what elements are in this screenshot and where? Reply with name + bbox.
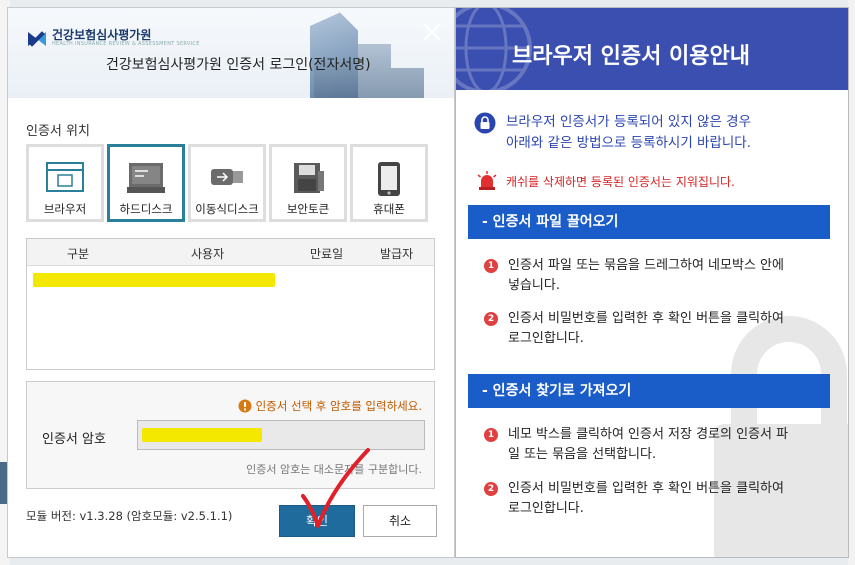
step-number-icon: 2 [484,482,498,496]
module-version: 모듈 버전: v1.3.28 (암호모듈: v2.5.1.1) [26,509,233,523]
dialog-title: 건강보험심사평가원 인증서 로그인(전자서명) [106,57,371,73]
location-label: 하드디스크 [119,202,173,216]
guide-info-text: 브라우저 인증서가 등록되어 있지 않은 경우 아래와 같은 방법으로 등록하시… [506,112,751,154]
guide-step: 1 네모 박스를 클릭하여 인증서 저장 경로의 인증서 파일 또는 묶음을 선… [484,425,798,465]
certificate-login-dialog: 건강보험심사평가원 HEALTH INSURANCE REVIEW & ASSE… [8,8,454,557]
certificate-table: 구분 사용자 만료일 발급자 [26,238,435,370]
guide-step: 2 인증서 비밀번호를 입력한 후 확인 버튼을 클릭하여 로그인합니다. [484,309,798,349]
step-number-icon: 1 [484,428,498,442]
column-header-issuer: 발급자 [380,247,414,261]
guide-info-line: 브라우저 인증서가 등록되어 있지 않은 경우 [506,114,752,130]
harddisk-icon [127,163,165,193]
step-text: 인증서 파일 또는 묶음을 드레그하여 네모박스 안에 넣습니다. [508,258,784,293]
redaction-highlight [142,428,262,442]
password-hint: 인증서 암호는 대소문자를 구분합니다. [246,463,422,476]
close-icon[interactable] [420,20,444,44]
mobile-phone-icon [378,162,400,196]
lock-circle-icon [474,112,496,134]
location-browser[interactable]: 브라우저 [26,144,104,222]
browser-certificate-guide: 브라우저 인증서 이용안내 브라우저 인증서가 등록되어 있지 않은 경우 아래… [456,8,848,557]
location-label: 이동식디스크 [195,202,259,216]
guide-warning: 캐쉬를 삭제하면 등록된 인증서는 지워집니다. [476,171,735,191]
step-text: 인증서 비밀번호를 입력한 후 확인 버튼을 클릭하여 로그인합니다. [508,311,784,346]
step-number-icon: 1 [484,259,498,273]
step-text: 네모 박스를 클릭하여 인증서 저장 경로의 인증서 파일 또는 묶음을 선택합… [508,427,789,462]
password-notice-text: 인증서 선택 후 암호를 입력하세요. [255,399,422,413]
background-strip [848,0,855,565]
section-drag-certificate: - 인증서 파일 끌어오기 [468,205,830,239]
certificate-table-header: 구분 사용자 만료일 발급자 [27,239,434,266]
dialog-header: 건강보험심사평가원 HEALTH INSURANCE REVIEW & ASSE… [8,8,454,98]
table-row[interactable] [27,266,434,292]
location-label: 브라우저 [43,202,87,216]
certificate-location-list: 브라우저 하드디스크 이동식디스크 보안토큰 휴대폰 [26,144,428,222]
ok-button[interactable]: 확인 [279,505,355,537]
location-harddisk[interactable]: 하드디스크 [107,144,185,222]
redaction-highlight [33,273,275,287]
location-label: 휴대폰 [373,202,405,216]
guide-info-line: 아래와 같은 방법으로 등록하시기 바랍니다. [506,135,752,151]
security-token-icon [294,163,324,193]
step-text: 인증서 비밀번호를 입력한 후 확인 버튼을 클릭하여 로그인합니다. [508,481,784,516]
logo-subtitle: HEALTH INSURANCE REVIEW & ASSESSMENT SER… [52,41,200,47]
password-label: 인증서 암호 [42,432,106,447]
location-mobile-phone[interactable]: 휴대폰 [350,144,428,222]
cancel-button[interactable]: 취소 [363,505,437,537]
column-header-type: 구분 [67,247,90,261]
guide-info: 브라우저 인증서가 등록되어 있지 않은 경우 아래와 같은 방법으로 등록하시… [474,112,751,154]
guide-header: 브라우저 인증서 이용안내 [456,8,848,90]
guide-step: 2 인증서 비밀번호를 입력한 후 확인 버튼을 클릭하여 로그인합니다. [484,479,798,519]
browser-icon [46,162,84,192]
siren-icon [477,171,497,190]
guide-step: 1 인증서 파일 또는 묶음을 드레그하여 네모박스 안에 넣습니다. [484,256,798,296]
column-header-user: 사용자 [191,247,225,261]
location-usb[interactable]: 이동식디스크 [188,144,266,222]
step-number-icon: 2 [484,312,498,326]
hira-logo-icon [28,31,46,47]
usb-icon [211,169,243,185]
guide-title: 브라우저 인증서 이용안내 [512,44,750,69]
location-security-token[interactable]: 보안토큰 [269,144,347,222]
guide-warning-text: 캐쉬를 삭제하면 등록된 인증서는 지워집니다. [506,174,735,189]
column-header-expiry: 만료일 [310,247,344,261]
exclamation-icon [238,399,252,413]
password-section: 인증서 선택 후 암호를 입력하세요. 인증서 암호 인증서 암호는 대소문자를… [26,381,435,489]
section-find-certificate: - 인증서 찾기로 가져오기 [468,374,830,408]
password-notice: 인증서 선택 후 암호를 입력하세요. [238,398,422,414]
password-input[interactable] [137,420,425,450]
location-label: 보안토큰 [286,202,330,216]
certificate-location-label: 인증서 위치 [26,124,90,139]
